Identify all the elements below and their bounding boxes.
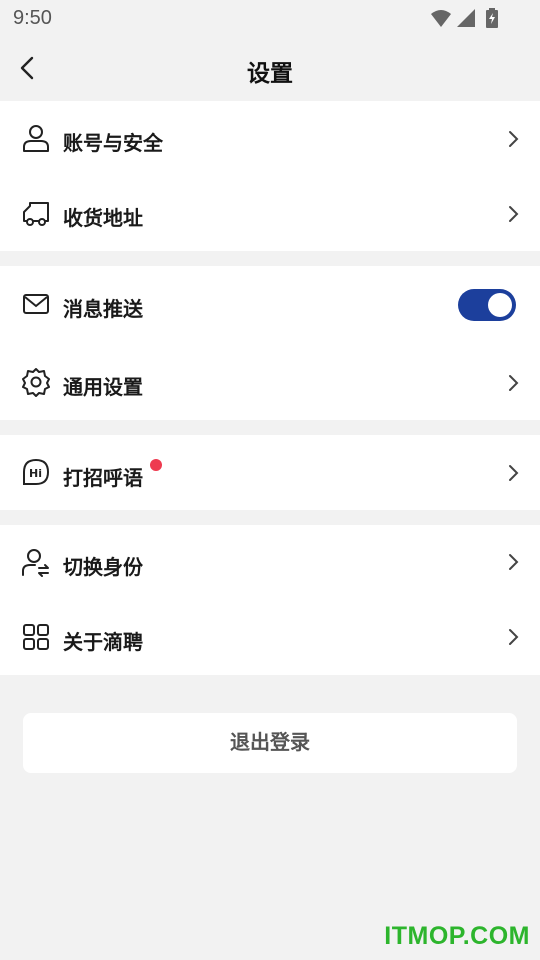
settings-group-greeting: Hi 打招呼语 — [0, 435, 540, 510]
row-label: 账号与安全 — [63, 133, 163, 155]
hi-bubble-icon: Hi — [23, 458, 50, 485]
user-icon — [23, 125, 49, 152]
row-label: 打招呼语 — [63, 468, 143, 490]
chevron-right-icon — [509, 629, 519, 645]
signal-icon — [457, 9, 475, 27]
status-bar: 9:50 — [0, 0, 540, 36]
chevron-right-icon — [509, 375, 519, 391]
row-label: 通用设置 — [63, 377, 143, 399]
row-greeting[interactable]: Hi 打招呼语 — [0, 435, 540, 510]
row-label: 消息推送 — [63, 299, 143, 321]
row-general-settings[interactable]: 通用设置 — [0, 345, 540, 420]
battery-icon — [486, 8, 498, 28]
wifi-icon — [431, 10, 451, 27]
row-label: 收货地址 — [63, 208, 143, 230]
mail-icon — [23, 294, 49, 314]
row-shipping-address[interactable]: 收货地址 — [0, 176, 540, 251]
chevron-right-icon — [509, 465, 519, 481]
logout-button[interactable]: 退出登录 — [23, 713, 517, 773]
row-message-push: 消息推送 — [0, 266, 540, 341]
row-label: 关于滴聘 — [63, 632, 143, 654]
row-switch-identity[interactable]: 切换身份 — [0, 525, 540, 600]
svg-text:Hi: Hi — [29, 467, 42, 480]
switch-user-icon — [22, 549, 49, 577]
settings-group-misc: 切换身份 关于滴聘 — [0, 525, 540, 675]
row-account-security[interactable]: 账号与安全 — [0, 101, 540, 176]
chevron-right-icon — [509, 206, 519, 222]
page-title: 设置 — [247, 60, 293, 86]
new-badge-dot — [150, 459, 162, 471]
truck-icon — [23, 202, 49, 226]
watermark: ITMOP.COM — [384, 922, 530, 950]
settings-group-notifications: 消息推送 通用设置 — [0, 266, 540, 420]
row-about[interactable]: 关于滴聘 — [0, 600, 540, 675]
grid-icon — [23, 624, 49, 650]
settings-group-account: 账号与安全 收货地址 — [0, 101, 540, 251]
toggle-knob — [488, 293, 512, 317]
chevron-right-icon — [509, 554, 519, 570]
chevron-right-icon — [509, 131, 519, 147]
nav-bar: 设置 — [0, 36, 540, 100]
row-label: 切换身份 — [63, 557, 143, 579]
gear-icon — [22, 368, 50, 397]
status-time: 9:50 — [13, 7, 52, 29]
message-push-toggle[interactable] — [458, 289, 516, 321]
